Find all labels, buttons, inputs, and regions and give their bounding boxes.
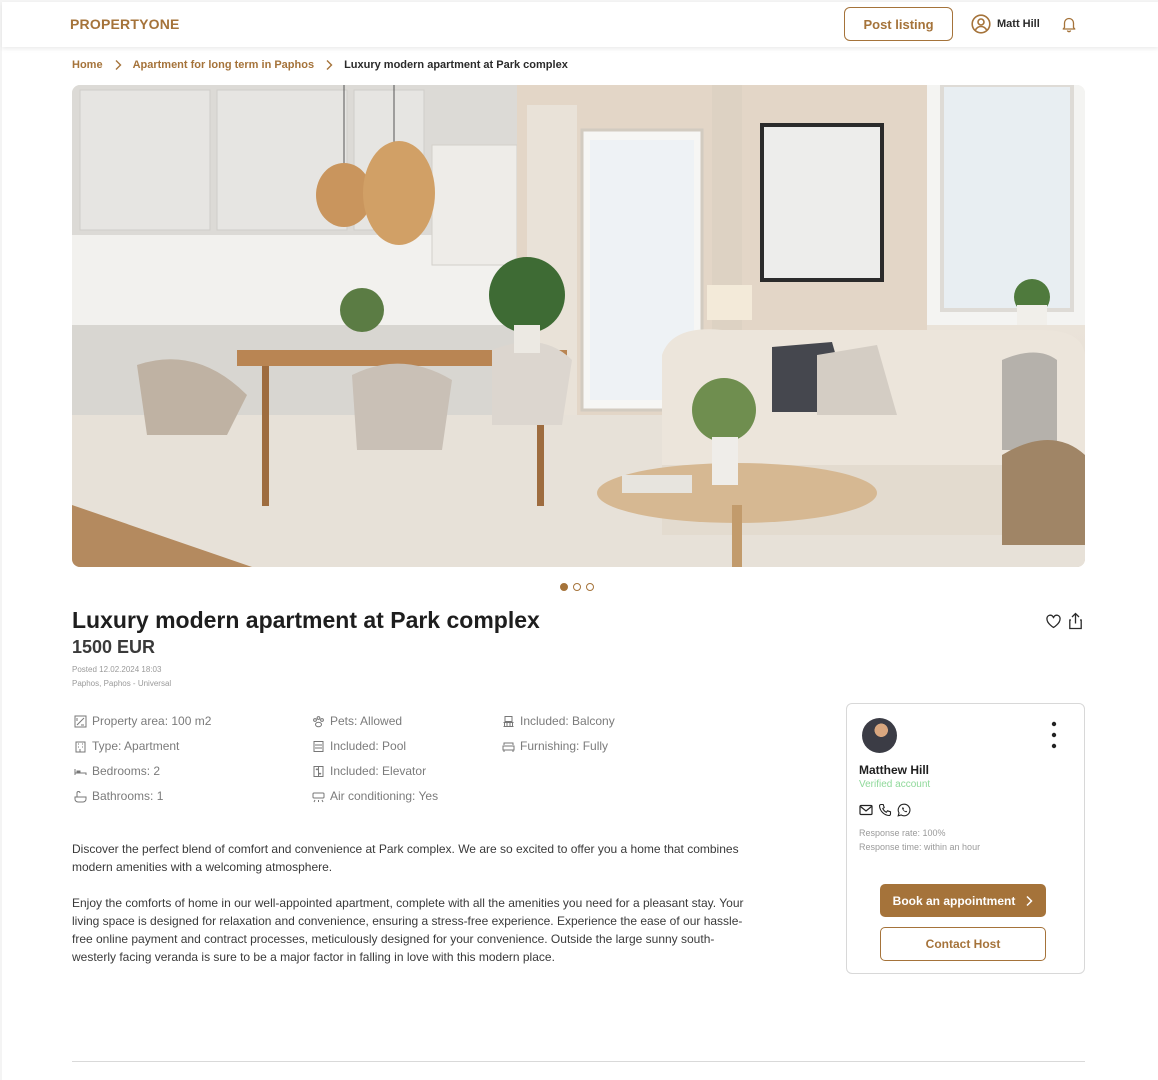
- response-rate: Response rate: 100%: [859, 828, 946, 838]
- share-icon[interactable]: [1068, 612, 1083, 630]
- chevron-right-icon: [1026, 895, 1033, 906]
- feature-bedrooms: Bedrooms: 2: [74, 764, 160, 778]
- feature-label: Bathrooms: 1: [92, 789, 164, 803]
- feature-pool: Included: Pool: [312, 739, 406, 753]
- listing-title: Luxury modern apartment at Park complex: [72, 607, 540, 633]
- mail-icon[interactable]: [859, 803, 873, 817]
- interior-photo-illustration: [72, 85, 1085, 567]
- page: PROPERTYONE Post listing Matt Hill Home …: [2, 2, 1158, 1080]
- description-paragraph-2: Enjoy the comforts of home in our well-a…: [72, 896, 744, 964]
- bell-icon[interactable]: [1060, 15, 1078, 33]
- carousel-dot-3[interactable]: [586, 583, 594, 591]
- ac-icon: [312, 792, 325, 802]
- paw-icon: [313, 715, 324, 727]
- breadcrumb-category[interactable]: Apartment for long term in Paphos: [133, 59, 315, 71]
- feature-type: Type: Apartment: [74, 739, 179, 753]
- balcony-icon: [503, 715, 514, 727]
- feature-label: Air conditioning: Yes: [330, 789, 439, 803]
- chevron-right-icon: [326, 60, 333, 70]
- user-avatar-icon: [971, 14, 991, 34]
- host-avatar: [862, 718, 897, 753]
- user-menu[interactable]: Matt Hill: [971, 13, 1040, 35]
- carousel-dots: [560, 583, 594, 591]
- top-navbar: PROPERTYONE Post listing Matt Hill: [2, 2, 1158, 47]
- contact-methods: [859, 803, 911, 817]
- chevron-right-icon: [115, 60, 122, 70]
- elevator-icon: [313, 765, 324, 777]
- feature-elevator: Included: Elevator: [312, 764, 426, 778]
- book-appointment-button[interactable]: Book an appointment: [880, 884, 1046, 917]
- listing-description: Discover the perfect blend of comfort an…: [72, 840, 752, 966]
- feature-label: Included: Elevator: [330, 764, 427, 778]
- book-appointment-label: Book an appointment: [892, 893, 1016, 908]
- feature-air-conditioning: Air conditioning: Yes: [312, 789, 438, 803]
- building-icon: [75, 741, 86, 752]
- footer-divider: [72, 1061, 1085, 1062]
- property-features: Property area: 100 m2 Type: Apartment Be…: [74, 714, 674, 814]
- area-icon: [74, 715, 87, 727]
- breadcrumb-home[interactable]: Home: [72, 59, 103, 71]
- whatsapp-icon[interactable]: [897, 803, 911, 817]
- sofa-icon: [502, 742, 515, 752]
- host-name: Matthew Hill: [859, 763, 930, 777]
- feature-label: Included: Balcony: [520, 714, 615, 728]
- carousel-dot-1[interactable]: [560, 583, 568, 591]
- carousel-dot-2[interactable]: [573, 583, 581, 591]
- feature-pets: Pets: Allowed: [312, 714, 402, 728]
- breadcrumb-current: Luxury modern apartment at Park complex: [344, 59, 568, 71]
- description-paragraph-1: Discover the perfect blend of comfort an…: [72, 842, 739, 874]
- more-options-icon[interactable]: [1050, 720, 1058, 750]
- pool-icon: [313, 740, 324, 752]
- feature-balcony: Included: Balcony: [502, 714, 615, 728]
- response-time: Response time: within an hour: [859, 842, 981, 852]
- listing-location: Paphos, Paphos - Universal: [72, 679, 172, 688]
- feature-label: Included: Pool: [330, 739, 407, 753]
- feature-area: Property area: 100 m2: [74, 714, 211, 728]
- verified-status: Verified account: [859, 779, 931, 790]
- breadcrumb: Home Apartment for long term in Paphos L…: [72, 59, 568, 71]
- phone-icon[interactable]: [878, 803, 892, 817]
- feature-label: Furnishing: Fully: [520, 739, 609, 753]
- host-card: Matthew Hill Verified account Response r…: [846, 703, 1085, 974]
- user-name: Matt Hill: [997, 18, 1040, 30]
- heart-icon[interactable]: [1045, 613, 1062, 630]
- bath-icon: [74, 790, 87, 802]
- bed-icon: [74, 768, 87, 775]
- feature-bathrooms: Bathrooms: 1: [74, 789, 163, 803]
- listing-photo[interactable]: [72, 85, 1085, 567]
- feature-label: Bedrooms: 2: [92, 764, 161, 778]
- posted-date: Posted 12.02.2024 18:03: [72, 665, 162, 674]
- logo[interactable]: PROPERTYONE: [70, 16, 180, 32]
- feature-furnishing: Furnishing: Fully: [502, 739, 608, 753]
- contact-host-button[interactable]: Contact Host: [880, 927, 1046, 961]
- feature-label: Pets: Allowed: [330, 714, 403, 728]
- feature-label: Property area: 100 m2: [92, 714, 212, 728]
- feature-label: Type: Apartment: [92, 739, 180, 753]
- post-listing-button[interactable]: Post listing: [844, 7, 953, 41]
- listing-price: 1500 EUR: [72, 637, 156, 657]
